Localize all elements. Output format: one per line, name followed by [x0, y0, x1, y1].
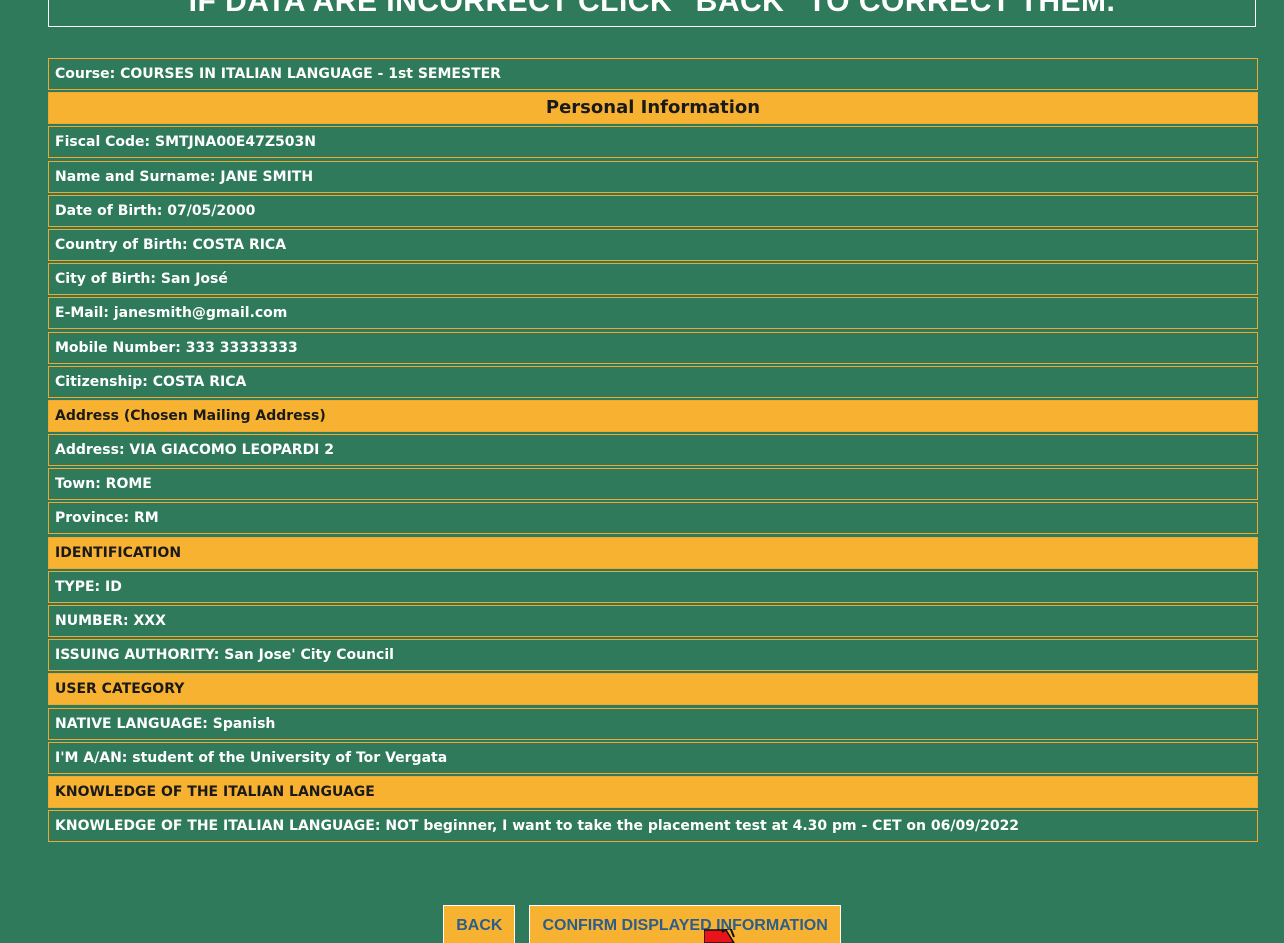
action-buttons: BACK CONFIRM DISPLAYED INFORMATION: [0, 905, 1284, 943]
province-row: Province: RM: [48, 502, 1258, 535]
email-row: E-Mail: janesmith@gmail.com: [48, 297, 1258, 330]
confirmation-page: IF DATA ARE INCORRECT CLICK "BACK" TO CO…: [0, 0, 1284, 943]
fiscal-code-row: Fiscal Code: SMTJNA00E47Z503N: [48, 126, 1258, 159]
address-row: Address: VIA GIACOMO LEOPARDI 2: [48, 434, 1258, 467]
user-category-header: USER CATEGORY: [48, 673, 1258, 706]
date-of-birth-row: Date of Birth: 07/05/2000: [48, 194, 1258, 227]
user-type-row: I'M A/AN: student of the University of T…: [48, 741, 1258, 774]
city-of-birth-row: City of Birth: San José: [48, 263, 1258, 296]
address-header: Address (Chosen Mailing Address): [48, 399, 1258, 432]
country-of-birth-row: Country of Birth: COSTA RICA: [48, 228, 1258, 261]
native-language-row: NATIVE LANGUAGE: Spanish: [48, 707, 1258, 740]
name-row: Name and Surname: JANE SMITH: [48, 160, 1258, 193]
instruction-text: IF DATA ARE INCORRECT CLICK "BACK" TO CO…: [188, 0, 1116, 18]
back-button[interactable]: BACK: [443, 905, 516, 943]
italian-knowledge-row: KNOWLEDGE OF THE ITALIAN LANGUAGE: NOT b…: [48, 810, 1258, 843]
course-row: Course: COURSES IN ITALIAN LANGUAGE - 1s…: [48, 58, 1258, 90]
summary-table: Course: COURSES IN ITALIAN LANGUAGE - 1s…: [48, 58, 1258, 844]
mobile-row: Mobile Number: 333 33333333: [48, 331, 1258, 364]
id-type-row: TYPE: ID: [48, 570, 1258, 603]
town-row: Town: ROME: [48, 468, 1258, 501]
citizenship-row: Citizenship: COSTA RICA: [48, 365, 1258, 398]
issuing-authority-row: ISSUING AUTHORITY: San Jose' City Counci…: [48, 639, 1258, 672]
mouse-pointer-icon: [704, 929, 735, 943]
instruction-banner: IF DATA ARE INCORRECT CLICK "BACK" TO CO…: [48, 0, 1256, 27]
confirm-button[interactable]: CONFIRM DISPLAYED INFORMATION: [529, 905, 841, 943]
italian-knowledge-header: KNOWLEDGE OF THE ITALIAN LANGUAGE: [48, 775, 1258, 808]
personal-info-header: Personal Information: [48, 92, 1258, 125]
id-number-row: NUMBER: XXX: [48, 605, 1258, 637]
identification-header: IDENTIFICATION: [48, 536, 1258, 569]
